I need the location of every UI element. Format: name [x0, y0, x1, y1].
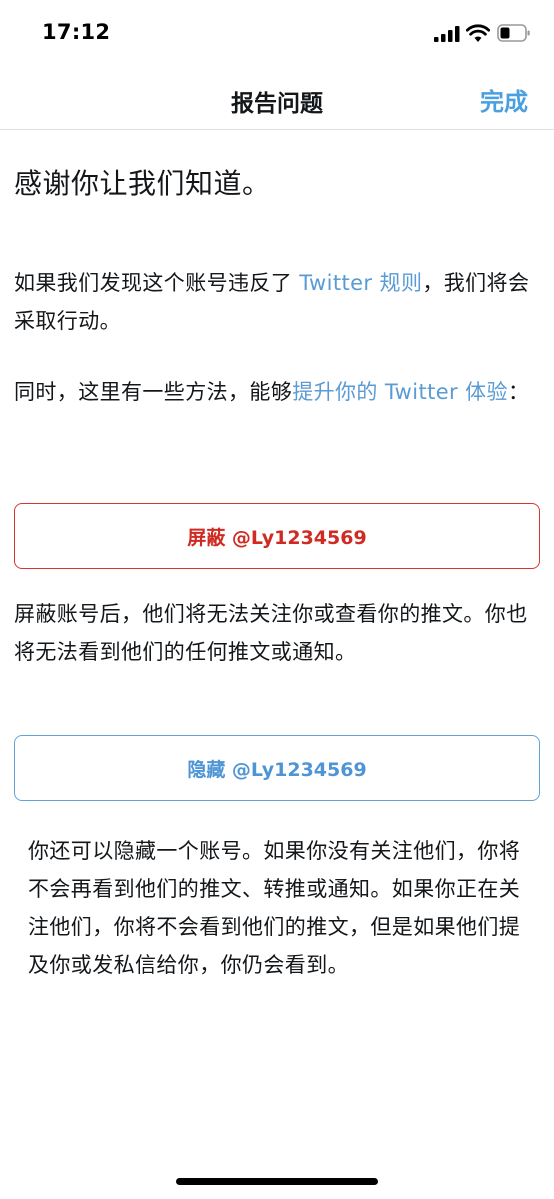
page-title: 报告问题: [231, 91, 323, 117]
nav-bar: 报告问题 完成: [0, 66, 554, 130]
improve-paragraph: 同时，这里有一些方法，能够提升你的 Twitter 体验：: [14, 373, 540, 411]
improve-experience-link[interactable]: 提升你的 Twitter 体验: [292, 380, 508, 404]
rules-paragraph: 如果我们发现这个账号违反了 Twitter 规则，我们将会采取行动。: [14, 264, 540, 340]
mute-account-button[interactable]: 隐藏 @Ly1234569: [14, 735, 540, 801]
improve-text-after: ：: [507, 380, 530, 404]
status-time: 17:12: [42, 20, 111, 44]
status-bar: 17:12: [0, 0, 554, 66]
report-screen: 17:12 报告问题 完成 感谢你让我们知道。 如果我们发现这个账号违反了 Tw…: [0, 0, 554, 1199]
home-indicator[interactable]: [176, 1178, 378, 1185]
rules-text-before: 如果我们发现这个账号违反了: [14, 271, 300, 295]
wifi-icon: [466, 24, 490, 42]
twitter-rules-link[interactable]: Twitter 规则: [299, 271, 422, 295]
done-button[interactable]: 完成: [480, 82, 528, 117]
block-description: 屏蔽账号后，他们将无法关注你或查看你的推文。你也将无法看到他们的任何推文或通知。: [14, 602, 528, 664]
block-account-button[interactable]: 屏蔽 @Ly1234569: [14, 503, 540, 569]
battery-icon: [497, 24, 530, 42]
improve-text-before: 同时，这里有一些方法，能够: [14, 380, 293, 404]
signal-icon: [434, 26, 460, 42]
mute-description: 你还可以隐藏一个账号。如果你没有关注他们，你将不会再看到他们的推文、转推或通知。…: [28, 839, 521, 977]
thanks-heading: 感谢你让我们知道。: [14, 167, 271, 200]
